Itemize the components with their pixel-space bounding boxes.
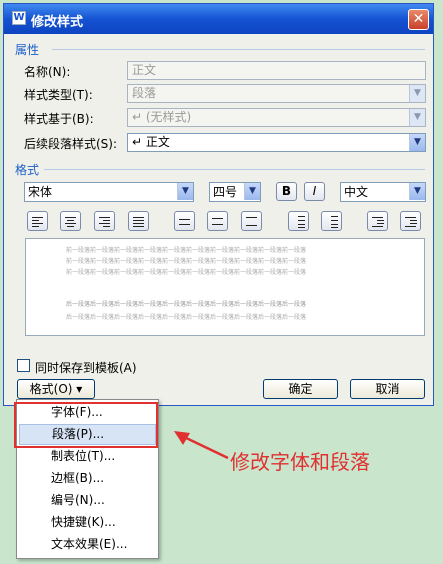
preview-prev-line: 前一段落前一段落前一段落前一段落前一段落前一段落前一段落前一段落前一段落前一段落 bbox=[66, 269, 307, 276]
menu-item-shortcut[interactable]: 快捷键(K)... bbox=[19, 512, 156, 533]
name-field[interactable]: 正文 bbox=[127, 61, 426, 80]
font-select[interactable]: 宋体 ▼ bbox=[24, 182, 194, 202]
ok-button[interactable]: 确定 bbox=[263, 379, 338, 399]
chevron-down-icon: ▼ bbox=[409, 183, 425, 200]
size-value: 四号 bbox=[213, 185, 238, 199]
justify-icon[interactable] bbox=[128, 211, 149, 231]
properties-section-title: 属性 bbox=[15, 43, 40, 57]
based-on-select[interactable]: ↵ (无样式) ▼ bbox=[127, 108, 426, 127]
format-divider bbox=[44, 169, 425, 170]
preview-next-line: 后一段落后一段落后一段落后一段落后一段落后一段落后一段落后一段落后一段落后一段落 bbox=[66, 301, 307, 308]
save-to-template-label: 同时保存到模板(A) bbox=[35, 361, 137, 375]
preview-prev-line: 前一段落前一段落前一段落前一段落前一段落前一段落前一段落前一段落前一段落前一段落 bbox=[66, 258, 307, 265]
next-style-label: 后续段落样式(S): bbox=[24, 137, 118, 151]
bold-button[interactable]: B bbox=[276, 182, 297, 201]
name-label: 名称(N): bbox=[24, 65, 71, 79]
highlight-box bbox=[14, 402, 158, 448]
preview-prev-line: 前一段落前一段落前一段落前一段落前一段落前一段落前一段落前一段落前一段落前一段落 bbox=[66, 247, 307, 254]
style-type-select[interactable]: 段落 ▼ bbox=[127, 84, 426, 103]
next-style-value: ↵ 正文 bbox=[132, 135, 170, 149]
chevron-down-icon: ▼ bbox=[177, 183, 193, 200]
menu-item-text-effects[interactable]: 文本效果(E)... bbox=[19, 534, 156, 555]
language-select[interactable]: 中文 ▼ bbox=[340, 182, 426, 202]
italic-button[interactable]: I bbox=[304, 182, 325, 201]
properties-divider bbox=[52, 49, 425, 50]
align-right-icon[interactable] bbox=[94, 211, 115, 231]
modify-style-dialog: W 修改样式 ✕ 属性 名称(N): 正文 样式类型(T): 段落 ▼ 样式基于… bbox=[3, 3, 434, 406]
app-icon: W bbox=[12, 11, 26, 25]
align-center-icon[interactable] bbox=[60, 211, 81, 231]
double-spacing-icon[interactable] bbox=[241, 211, 262, 231]
preview-next-line: 后一段落后一段落后一段落后一段落后一段落后一段落后一段落后一段落后一段落后一段落 bbox=[66, 314, 307, 321]
annotation-arrow bbox=[174, 431, 229, 460]
based-on-value: ↵ (无样式) bbox=[132, 110, 192, 124]
style-type-value: 段落 bbox=[132, 86, 157, 100]
annotation-text: 修改字体和段落 bbox=[230, 450, 370, 474]
save-to-template-checkbox[interactable] bbox=[17, 359, 30, 372]
title-bar: W 修改样式 ✕ bbox=[4, 4, 433, 34]
chevron-down-icon: ▼ bbox=[409, 85, 425, 102]
menu-item-numbering[interactable]: 编号(N)... bbox=[19, 490, 156, 511]
based-on-label: 样式基于(B): bbox=[24, 112, 94, 126]
chevron-down-icon: ▼ bbox=[409, 109, 425, 126]
font-value: 宋体 bbox=[28, 185, 53, 199]
menu-item-tabs[interactable]: 制表位(T)... bbox=[19, 446, 156, 467]
space-before-icon[interactable] bbox=[288, 211, 309, 231]
menu-item-border[interactable]: 边框(B)... bbox=[19, 468, 156, 489]
size-select[interactable]: 四号 ▼ bbox=[209, 182, 261, 202]
increase-indent-icon[interactable] bbox=[400, 211, 421, 231]
name-value: 正文 bbox=[132, 63, 157, 77]
single-spacing-icon[interactable] bbox=[174, 211, 195, 231]
format-section-title: 格式 bbox=[15, 163, 40, 177]
format-menu-button[interactable]: 格式(O) ▾ bbox=[17, 379, 95, 399]
dialog-title: 修改样式 bbox=[31, 15, 84, 30]
space-after-icon[interactable] bbox=[321, 211, 342, 231]
language-value: 中文 bbox=[344, 185, 369, 199]
chevron-down-icon: ▼ bbox=[244, 183, 260, 200]
one-half-spacing-icon[interactable] bbox=[207, 211, 228, 231]
decrease-indent-icon[interactable] bbox=[367, 211, 388, 231]
cancel-button[interactable]: 取消 bbox=[350, 379, 425, 399]
next-style-select[interactable]: ↵ 正文 ▼ bbox=[127, 133, 426, 152]
close-button[interactable]: ✕ bbox=[408, 9, 429, 30]
preview-pane: 前一段落前一段落前一段落前一段落前一段落前一段落前一段落前一段落前一段落前一段落… bbox=[25, 238, 425, 336]
chevron-down-icon: ▼ bbox=[409, 134, 425, 151]
align-left-icon[interactable] bbox=[27, 211, 48, 231]
style-type-label: 样式类型(T): bbox=[24, 88, 93, 102]
